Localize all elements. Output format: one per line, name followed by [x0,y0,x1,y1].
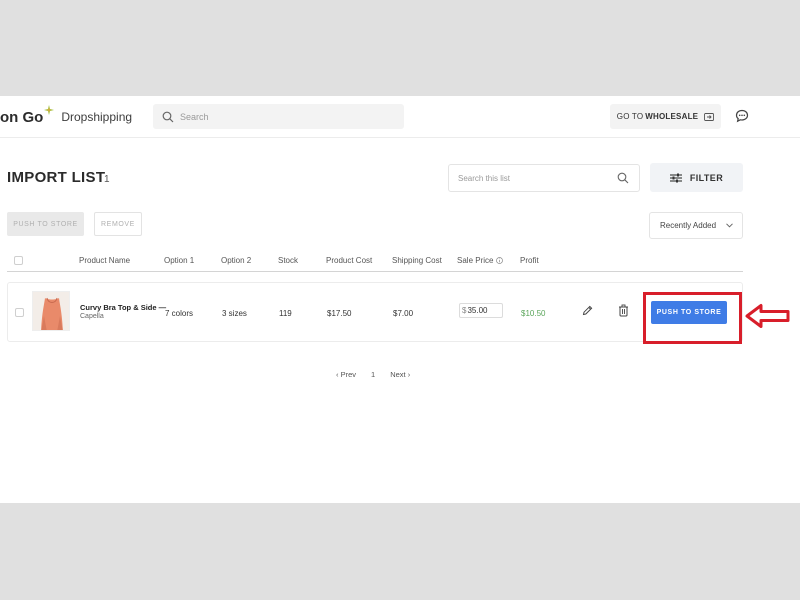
filter-label: FILTER [689,172,724,183]
edit-icon[interactable] [582,305,593,316]
product-cost-cell: $17.50 [327,309,352,318]
column-header: Stock [278,256,299,265]
page-title: IMPORT LIST [7,169,106,186]
column-header: Sale Price [457,256,494,265]
search-icon[interactable] [617,172,629,184]
currency-symbol: $ [462,306,467,315]
product-name[interactable]: Curvy Bra Top & Side — [80,303,166,312]
column-header: Product Cost [326,256,373,265]
sale-price-value: 35.00 [467,306,488,315]
wholesale-bold: WHOLESALE [645,112,699,121]
global-search[interactable] [153,104,404,129]
column-header-sale-price: Sale Price [457,256,503,265]
go-to-wholesale-button[interactable]: GO TO WHOLESALE [610,104,721,129]
search-input[interactable] [180,111,400,122]
next-page-link[interactable]: Next › [390,370,410,379]
sort-value: Recently Added [660,221,717,230]
column-header: Option 1 [164,256,195,265]
option2-cell: 3 sizes [222,309,247,318]
select-all-checkbox[interactable] [14,256,23,265]
table-row: Curvy Bra Top & Side — Capella 7 colors … [7,282,743,342]
top-bar: on Go Dropshipping GO TO WHOLESALE [0,96,800,138]
arrow-left-icon [745,303,791,329]
table-header: Product Name Option 1 Option 2 Stock Pro… [7,248,743,272]
bulk-remove-button[interactable]: REMOVE [94,212,142,236]
item-count: 1 [104,174,110,185]
search-icon [162,111,174,123]
bulk-push-to-store-button[interactable]: PUSH TO STORE [7,212,84,236]
logo[interactable]: on Go Dropshipping [0,105,133,127]
trash-icon[interactable] [618,304,629,317]
list-search-input[interactable] [458,173,613,183]
column-header: Profit [520,256,539,265]
chevron-down-icon [726,223,733,228]
option1-cell: 7 colors [165,309,194,318]
prev-page-link[interactable]: ‹ Prev [336,370,356,379]
pagination: ‹ Prev 1 Next › [336,370,410,379]
row-checkbox[interactable] [15,308,24,317]
product-brand: Capella [80,313,104,320]
current-page[interactable]: 1 [371,370,375,379]
chat-icon[interactable] [735,109,749,123]
logo-subtitle: Dropshipping [61,110,133,124]
column-header: Shipping Cost [392,256,442,265]
sale-price-input[interactable]: $ 35.00 [459,303,503,318]
logo-text: on Go [0,108,44,126]
app-window: on Go Dropshipping GO TO WHOLESALE IMPOR… [0,96,800,503]
shipping-cost-cell: $7.00 [393,309,414,318]
external-link-icon [704,112,715,121]
list-search[interactable] [448,164,640,192]
info-icon[interactable] [495,257,503,264]
logo-star-icon [44,105,55,124]
profit-cell: $10.50 [521,309,546,318]
filter-button[interactable]: FILTER [650,163,743,192]
push-to-store-button[interactable]: PUSH TO STORE [651,301,727,324]
wholesale-prefix: GO TO [616,112,644,121]
filter-sliders-icon [669,173,682,183]
sort-select[interactable]: Recently Added [649,212,743,239]
column-header: Option 2 [221,256,252,265]
column-header: Product Name [79,256,131,265]
stock-cell: 119 [279,309,292,318]
product-thumbnail[interactable] [32,291,70,331]
